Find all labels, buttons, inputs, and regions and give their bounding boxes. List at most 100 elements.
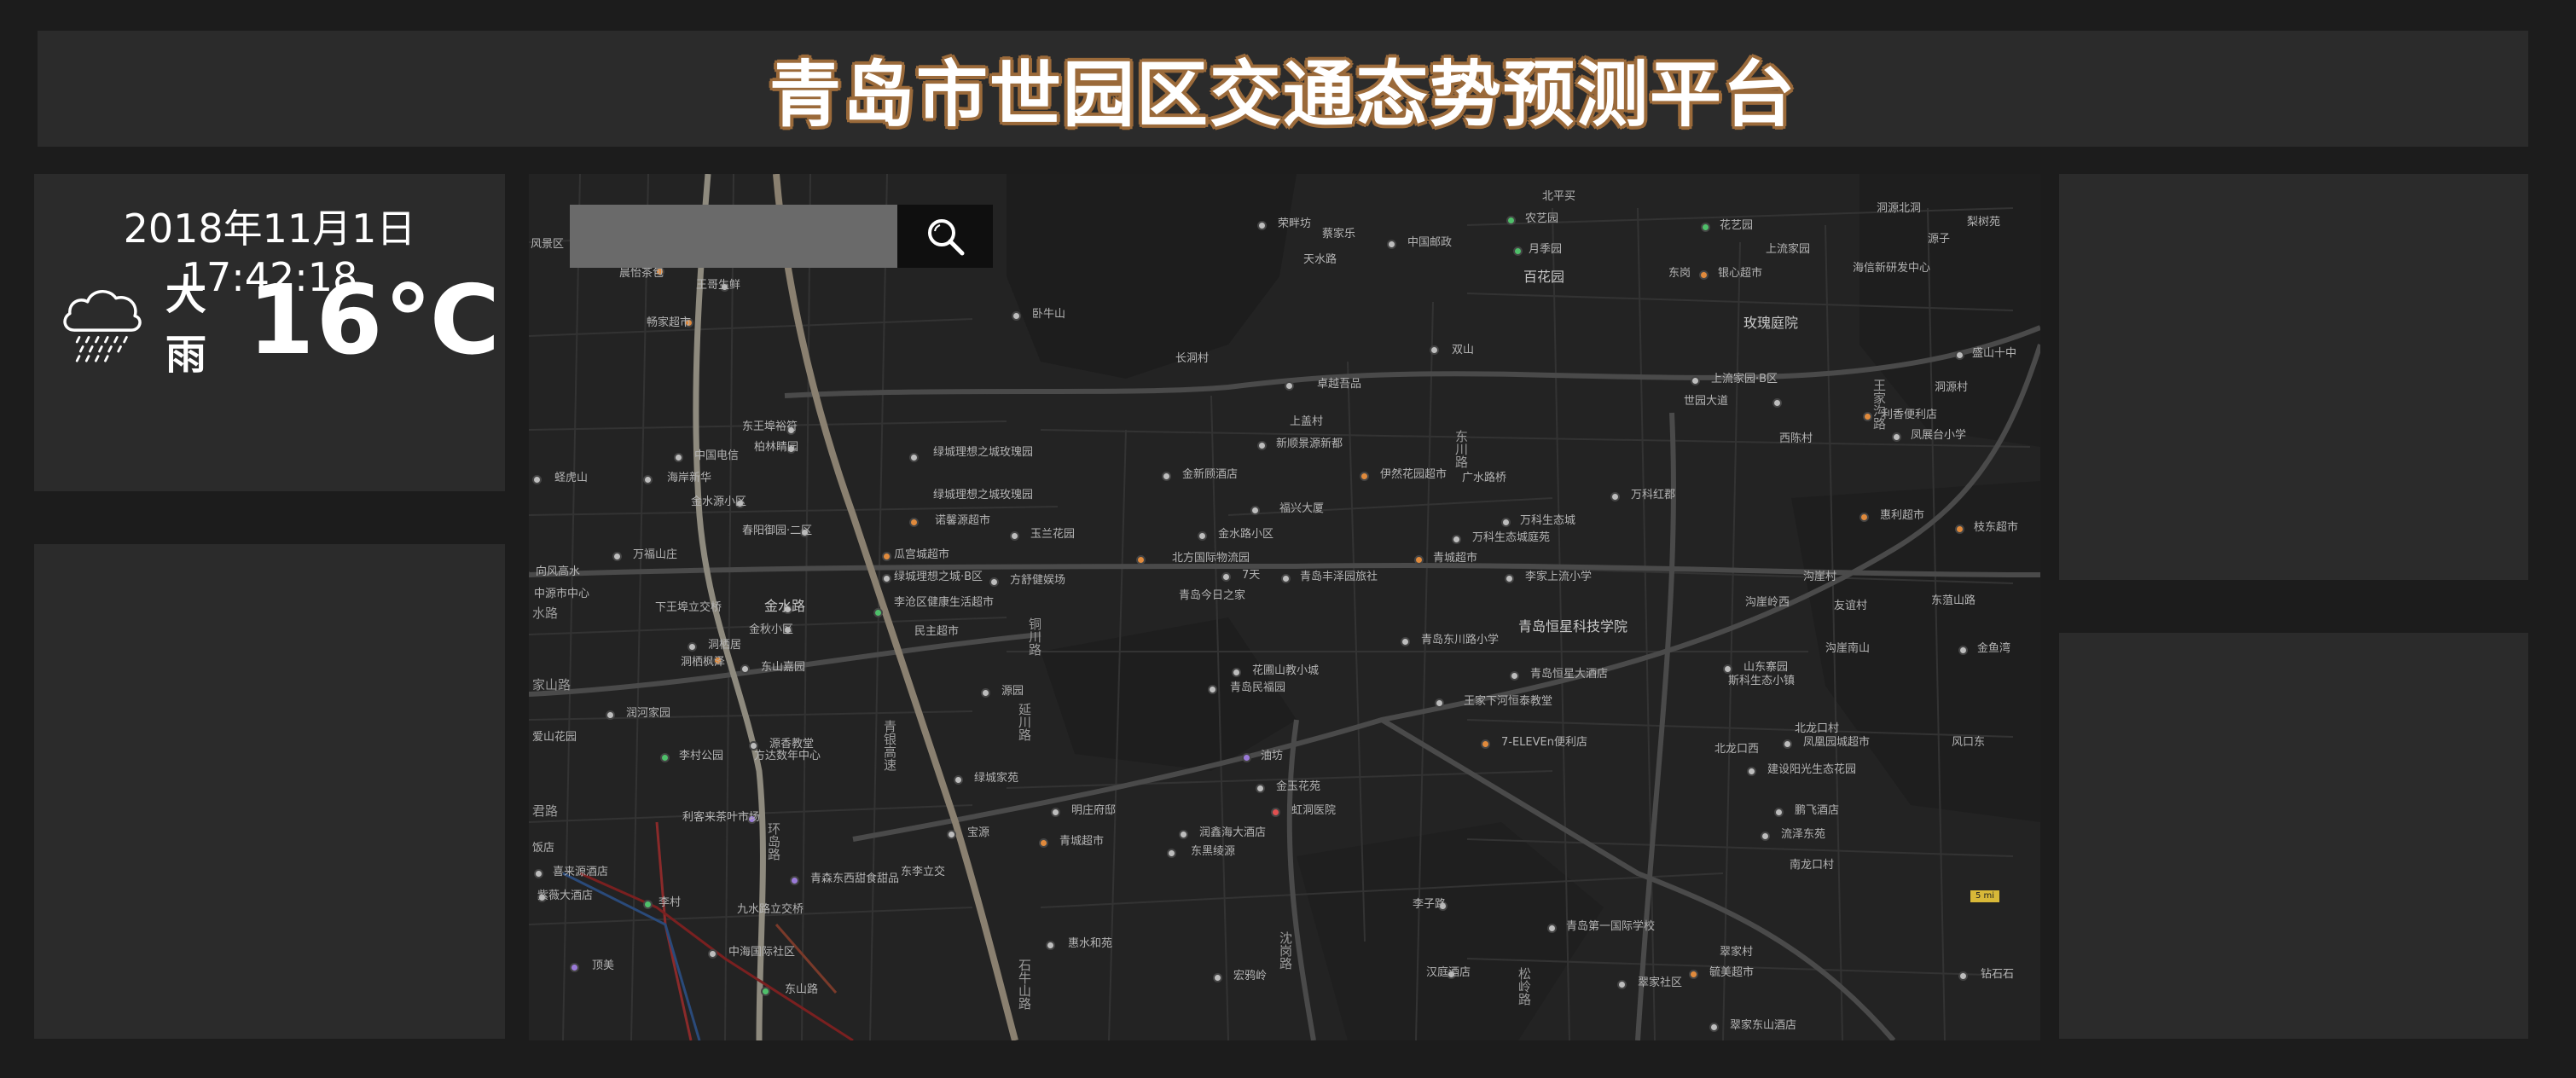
poi-marker-icon[interactable]	[1510, 671, 1519, 681]
traffic-map[interactable]: 北平买荣畔坊青滨河路农艺园花艺园洞源北洞梨树苑风景区蔡家乐中国邮政上流家园源子月…	[529, 174, 2040, 1040]
poi-marker-icon[interactable]	[989, 577, 999, 587]
poi-marker-icon[interactable]	[1039, 838, 1048, 848]
poi-marker-icon[interactable]	[1167, 849, 1176, 858]
poi-marker-icon[interactable]	[1481, 739, 1490, 749]
poi-marker-icon[interactable]	[612, 552, 622, 561]
poi-marker-icon[interactable]	[1617, 980, 1627, 989]
map-place-label: 西陈村	[1779, 432, 1813, 445]
poi-marker-icon[interactable]	[1271, 808, 1280, 817]
map-place-label: 青森东西甜食甜品	[810, 872, 900, 885]
map-place-label: 李村公园	[679, 750, 724, 762]
poi-marker-icon[interactable]	[1221, 572, 1231, 582]
poi-marker-icon[interactable]	[740, 664, 750, 674]
poi-marker-icon[interactable]	[570, 963, 579, 972]
poi-marker-icon[interactable]	[1179, 830, 1188, 839]
poi-marker-icon[interactable]	[1208, 685, 1217, 694]
poi-marker-icon[interactable]	[1699, 270, 1709, 280]
poi-marker-icon[interactable]	[1958, 971, 1968, 981]
poi-marker-icon[interactable]	[1213, 973, 1222, 982]
poi-marker-icon[interactable]	[1505, 574, 1514, 583]
poi-marker-icon[interactable]	[1414, 555, 1424, 565]
poi-marker-icon[interactable]	[606, 710, 615, 720]
map-search-input[interactable]	[570, 205, 897, 268]
poi-marker-icon[interactable]	[1547, 924, 1557, 933]
map-place-label: 洞源村	[1935, 381, 1969, 394]
poi-marker-icon[interactable]	[1723, 664, 1732, 674]
poi-marker-icon[interactable]	[1955, 525, 1964, 534]
poi-marker-icon[interactable]	[873, 608, 883, 617]
poi-marker-icon[interactable]	[1136, 555, 1146, 565]
poi-marker-icon[interactable]	[1772, 398, 1782, 408]
poi-marker-icon[interactable]	[1774, 808, 1784, 817]
map-place-label: 蔡家乐	[1322, 228, 1356, 241]
poi-marker-icon[interactable]	[660, 753, 670, 762]
poi-marker-icon[interactable]	[1709, 1023, 1719, 1032]
poi-marker-icon[interactable]	[534, 869, 543, 878]
poi-marker-icon[interactable]	[1783, 739, 1792, 749]
poi-marker-icon[interactable]	[708, 949, 717, 959]
poi-marker-icon[interactable]	[1452, 535, 1461, 544]
search-icon	[928, 219, 965, 256]
poi-marker-icon[interactable]	[1747, 767, 1756, 776]
right-upper-panel	[2059, 174, 2528, 580]
search-button[interactable]	[897, 205, 993, 268]
poi-marker-icon[interactable]	[1046, 941, 1055, 950]
poi-marker-icon[interactable]	[761, 987, 770, 996]
map-place-label: 青岛民福园	[1230, 681, 1286, 694]
poi-marker-icon[interactable]	[909, 518, 919, 527]
map-place-label: 民主超市	[914, 625, 960, 638]
poi-marker-icon[interactable]	[1430, 345, 1439, 355]
poi-marker-icon[interactable]	[1387, 240, 1396, 249]
poi-marker-icon[interactable]	[1281, 574, 1291, 583]
poi-marker-icon[interactable]	[1257, 441, 1267, 450]
map-place-label: 青城超市	[1059, 835, 1105, 848]
poi-marker-icon[interactable]	[1242, 753, 1251, 762]
poi-marker-icon[interactable]	[790, 876, 799, 885]
poi-marker-icon[interactable]	[1198, 531, 1207, 541]
map-place-label: 凤展台小学	[1911, 429, 1967, 442]
poi-marker-icon[interactable]	[532, 475, 542, 484]
poi-marker-icon[interactable]	[1360, 472, 1369, 481]
map-place-label: 利客来茶叶市场	[682, 811, 761, 824]
poi-marker-icon[interactable]	[1610, 492, 1620, 501]
poi-marker-icon[interactable]	[1010, 531, 1019, 541]
poi-marker-icon[interactable]	[688, 642, 697, 652]
poi-marker-icon[interactable]	[643, 475, 653, 484]
poi-marker-icon[interactable]	[643, 900, 653, 909]
poi-marker-icon[interactable]	[947, 830, 956, 839]
map-place-label: 北龙口村	[1795, 722, 1840, 735]
map-road-label: 王家沟路	[1871, 379, 1887, 430]
poi-marker-icon[interactable]	[954, 775, 963, 785]
poi-marker-icon[interactable]	[1689, 970, 1698, 979]
poi-marker-icon[interactable]	[909, 453, 919, 462]
poi-marker-icon[interactable]	[1051, 808, 1060, 817]
poi-marker-icon[interactable]	[1701, 223, 1710, 232]
poi-marker-icon[interactable]	[1256, 784, 1265, 793]
poi-marker-icon[interactable]	[1506, 216, 1516, 225]
poi-marker-icon[interactable]	[1958, 646, 1968, 655]
poi-marker-icon[interactable]	[1257, 221, 1267, 230]
map-place-label: 晨怡茶包	[619, 267, 664, 280]
poi-marker-icon[interactable]	[1012, 311, 1021, 321]
poi-marker-icon[interactable]	[1250, 506, 1260, 515]
poi-marker-icon[interactable]	[1162, 472, 1171, 481]
poi-marker-icon[interactable]	[674, 453, 683, 462]
poi-marker-icon[interactable]	[1892, 432, 1901, 442]
map-place-label: 万科生态城	[1520, 514, 1576, 527]
poi-marker-icon[interactable]	[882, 574, 891, 583]
poi-marker-icon[interactable]	[1435, 698, 1444, 708]
poi-marker-icon[interactable]	[1761, 832, 1770, 841]
poi-marker-icon[interactable]	[1955, 351, 1964, 360]
map-place-label: 青城超市	[1433, 552, 1478, 565]
poi-marker-icon[interactable]	[1285, 381, 1294, 391]
poi-marker-icon[interactable]	[1401, 637, 1410, 646]
poi-marker-icon[interactable]	[1501, 518, 1511, 527]
poi-marker-icon[interactable]	[1513, 246, 1523, 256]
poi-marker-icon[interactable]	[882, 552, 891, 561]
poi-marker-icon[interactable]	[1859, 513, 1869, 522]
poi-marker-icon[interactable]	[1691, 376, 1700, 385]
poi-marker-icon[interactable]	[1232, 668, 1241, 677]
poi-marker-icon[interactable]	[981, 688, 990, 698]
map-place-label: 水路	[532, 606, 559, 621]
map-place-label: 洞栖枫泽	[681, 656, 726, 669]
